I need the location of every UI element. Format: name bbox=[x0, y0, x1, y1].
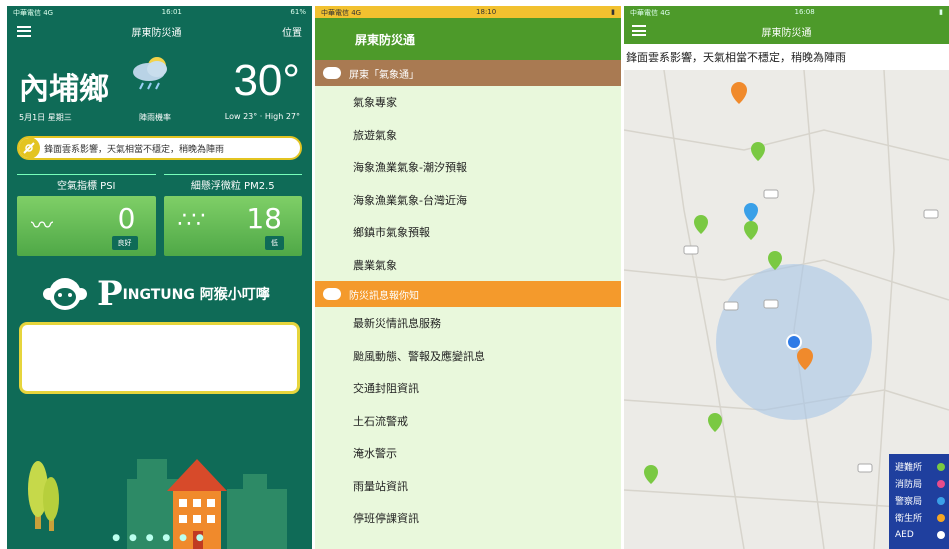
carrier-label: 中華電信 4G bbox=[13, 9, 54, 17]
psi-title: 空氣指標 PSI bbox=[17, 174, 156, 196]
legend-dot-icon bbox=[937, 462, 945, 471]
weather-menu-list: 氣象專家 旅遊氣象 海象漁業氣象-潮汐預報 海象漁業氣象-台灣近海 鄉鎮市氣象預報 農業氣… bbox=[315, 86, 621, 281]
pm25-value: 18 bbox=[246, 202, 282, 235]
menu-item[interactable]: 颱風動態、警報及應變訊息 bbox=[315, 340, 621, 373]
status-bar: 中華電信 4G 18:10 ▮ bbox=[315, 6, 621, 18]
menu-item[interactable]: 雨量站資訊 bbox=[315, 470, 621, 503]
menu-item[interactable]: 海象漁業氣象-台灣近海 bbox=[315, 184, 621, 217]
section-weather: 屏東「氣象通」 bbox=[315, 60, 621, 86]
battery-icon: ▮ bbox=[611, 8, 615, 16]
weather-summary: 內埔鄉 30° 5月1日 星期三 陣雨機率 Low 23° · High 27° bbox=[7, 44, 312, 124]
date-label: 5月1日 星期三 bbox=[19, 113, 72, 122]
pm25-title: 細懸浮微粒 PM2.5 bbox=[163, 174, 302, 196]
legend-item[interactable]: 衛生所 bbox=[895, 509, 949, 526]
legend-label: 消防局 bbox=[895, 480, 923, 490]
legend-label: AED bbox=[895, 529, 914, 540]
legend-label: 避難所 bbox=[895, 463, 923, 473]
battery-label: 61% bbox=[290, 8, 306, 16]
legend-dot-icon bbox=[937, 496, 945, 505]
battery-icon: ▮ bbox=[939, 8, 943, 16]
carrier-label: 中華電信 4G bbox=[630, 9, 671, 17]
ticker-text: 鋒面雲系影響，天氣相當不穩定，稍晚為陣雨 bbox=[626, 51, 846, 64]
legend-item[interactable]: AED bbox=[895, 526, 949, 543]
top-nav: 屏東防災通 位置 bbox=[7, 18, 312, 44]
menu-screen: 中華電信 4G 18:10 ▮ 屏東防災通 屏東「氣象通」 氣象專家 旅遊氣象 海象… bbox=[315, 6, 621, 549]
alert-ticker[interactable]: 鋒面雲系影響，天氣相當不穩定，稍晚為陣雨 bbox=[17, 136, 302, 160]
legend-label: 警察局 bbox=[895, 497, 923, 507]
section-disaster: 防災訊息報你知 bbox=[315, 281, 621, 307]
map-legend[interactable]: 避難所消防局警察局衛生所 AED bbox=[889, 454, 949, 549]
menu-item[interactable]: 氣象專家 bbox=[315, 86, 621, 119]
psi-value: 0 bbox=[117, 202, 136, 235]
location-button[interactable]: 位置 bbox=[282, 24, 302, 39]
menu-icon[interactable] bbox=[17, 25, 31, 37]
rain-cloud-icon bbox=[133, 57, 167, 90]
psi-card: 〰 0 良好 bbox=[17, 196, 156, 256]
truck-icon bbox=[323, 288, 341, 300]
temperature: 30° bbox=[233, 56, 300, 105]
section-disaster-label: 防災訊息報你知 bbox=[349, 290, 419, 302]
map-screen: 中華電信 4G 16:08 ▮ 屏東防災通 鋒面雲系影響，天氣相當不穩定，稍晚為… bbox=[624, 6, 949, 549]
brand-text: INGTUNG 阿猴小叮嚀 bbox=[122, 287, 270, 303]
menu-item[interactable]: 交通封阻資訊 bbox=[315, 372, 621, 405]
menu-header: 屏東防災通 bbox=[315, 18, 621, 60]
psi-badge: 良好 bbox=[111, 236, 138, 250]
legend-dot-icon bbox=[937, 513, 945, 522]
disaster-menu-list: 最新災情訊息服務 颱風動態、警報及應變訊息 交通封阻資訊 土石流警戒 淹水警示 雨量站資訊… bbox=[315, 307, 621, 535]
map-header: 屏東防災通 bbox=[624, 18, 949, 44]
legend-item[interactable]: 避難所 bbox=[895, 458, 949, 475]
status-bar: 中華電信 4G 16:08 ▮ bbox=[624, 6, 949, 18]
legend-item[interactable]: 消防局 bbox=[895, 475, 949, 492]
menu-item[interactable]: 土石流警戒 bbox=[315, 405, 621, 438]
town-illustration bbox=[28, 459, 287, 549]
reminder-box bbox=[19, 322, 300, 394]
pm25-card: ∴∵ 18 低 bbox=[163, 196, 302, 256]
status-bar: 中華電信 4G 16:01 61% bbox=[7, 6, 312, 18]
low-high-label: Low 23° · High 27° bbox=[224, 112, 300, 121]
legend-item[interactable]: 警察局 bbox=[895, 492, 949, 509]
town-name: 內埔鄉 bbox=[19, 72, 109, 107]
legend-dot-icon bbox=[937, 479, 945, 488]
air-quality: 空氣指標 PSI 〰 0 良好 細懸浮微粒 PM2.5 ∴∵ 18 低 bbox=[17, 174, 302, 256]
alert-ticker[interactable]: 鋒面雲系影響，天氣相當不穩定，稍晚為陣雨 bbox=[624, 44, 949, 70]
pm25-box[interactable]: 細懸浮微粒 PM2.5 ∴∵ 18 低 bbox=[163, 174, 302, 256]
brand-letter: P bbox=[97, 274, 123, 314]
condition-label: 陣雨機率 bbox=[139, 113, 171, 122]
wind-icon: 〰 bbox=[31, 214, 54, 239]
psi-box[interactable]: 空氣指標 PSI 〰 0 良好 bbox=[17, 174, 156, 256]
page-indicator[interactable]: ● ● ● ● ● ● bbox=[7, 533, 312, 543]
section-weather-label: 屏東「氣象通」 bbox=[349, 69, 419, 81]
weather-home-screen: 中華電信 4G 16:01 61% 屏東防災通 位置 內埔鄉 30° 5月1日 … bbox=[7, 6, 312, 549]
menu-item[interactable]: 農業氣象 bbox=[315, 249, 621, 282]
legend-dot-icon bbox=[937, 530, 945, 539]
brand-banner: P INGTUNG 阿猴小叮嚀 bbox=[43, 276, 312, 312]
ticker-text: 鋒面雲系影響，天氣相當不穩定，稍晚為陣雨 bbox=[44, 144, 225, 155]
particles-icon: ∴∵ bbox=[177, 208, 206, 233]
app-title: 屏東防災通 bbox=[131, 27, 182, 39]
alert-icon bbox=[19, 138, 40, 158]
pm25-badge: 低 bbox=[265, 236, 284, 250]
menu-icon[interactable] bbox=[632, 25, 646, 36]
menu-item[interactable]: 旅遊氣象 bbox=[315, 119, 621, 152]
menu-item[interactable]: 最新災情訊息服務 bbox=[315, 307, 621, 340]
clock-label: 18:10 bbox=[476, 8, 497, 16]
app-title: 屏東防災通 bbox=[761, 27, 812, 39]
legend-label: 衛生所 bbox=[895, 514, 923, 524]
menu-item[interactable]: 鄉鎮市氣象預報 bbox=[315, 216, 621, 249]
clock-label: 16:08 bbox=[794, 8, 815, 16]
cloud-icon bbox=[323, 67, 341, 79]
menu-item[interactable]: 海象漁業氣象-潮汐預報 bbox=[315, 151, 621, 184]
carrier-label: 中華電信 4G bbox=[321, 9, 362, 17]
clock-label: 16:01 bbox=[161, 8, 182, 16]
menu-item[interactable]: 停班停課資訊 bbox=[315, 502, 621, 535]
monkey-mascot-icon bbox=[43, 278, 87, 310]
menu-item[interactable]: 淹水警示 bbox=[315, 437, 621, 470]
